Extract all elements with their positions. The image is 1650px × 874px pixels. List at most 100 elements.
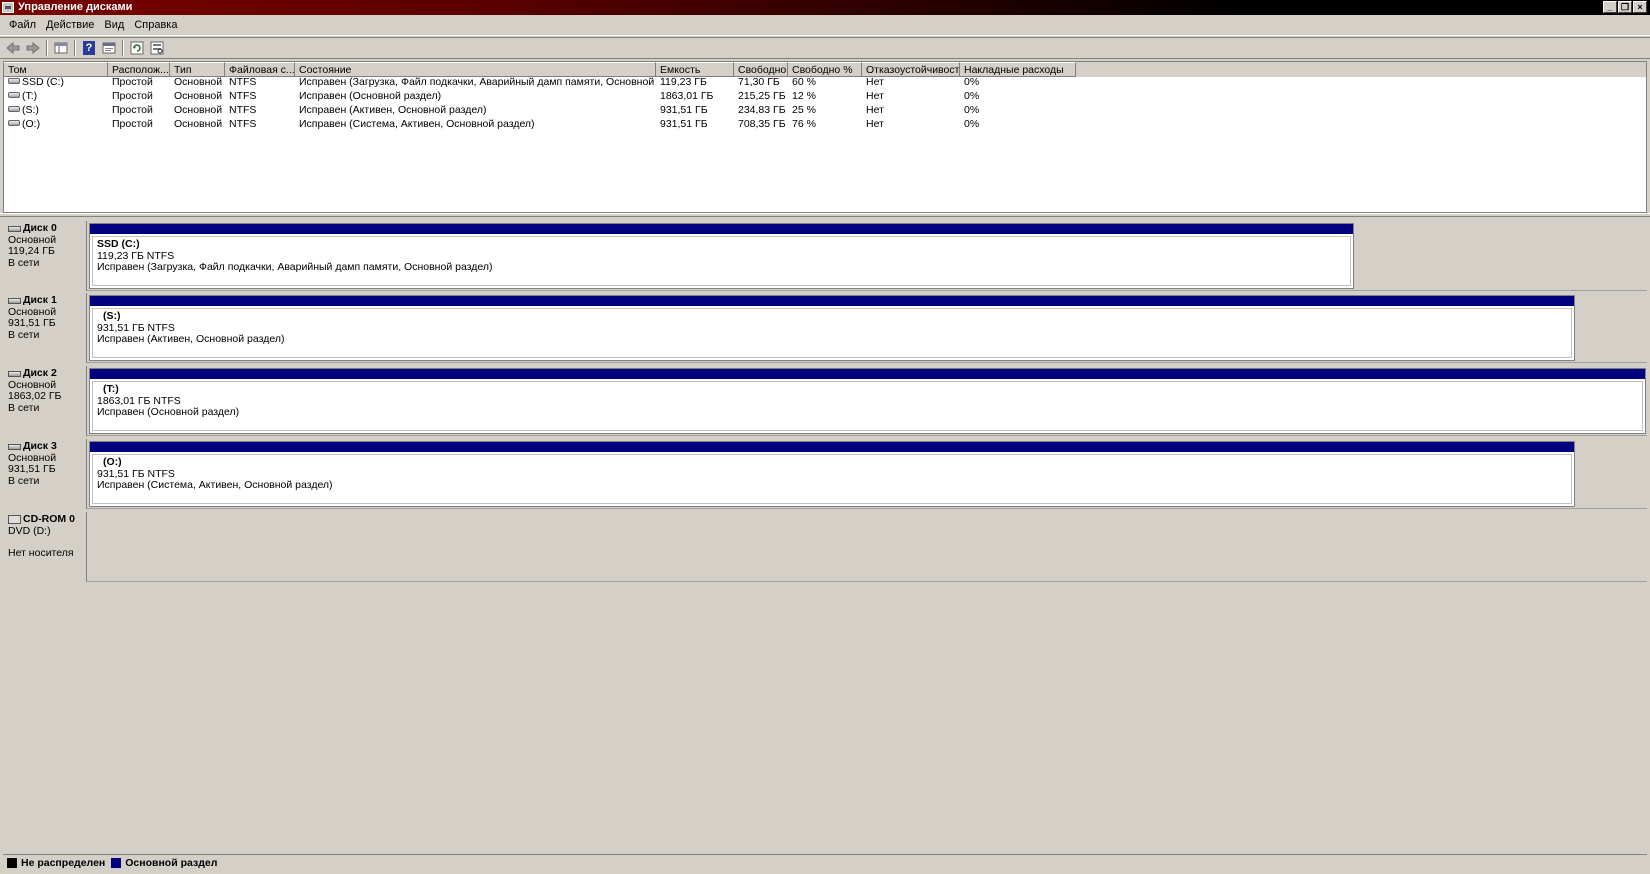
window-title: Управление дисками [18, 1, 133, 13]
help-icon[interactable]: ? [79, 39, 99, 57]
volume-name: (S:) [22, 104, 39, 116]
cell-capacity: 931,51 ГБ [660, 104, 708, 116]
cell-status: Исправен (Основной раздел) [299, 90, 442, 102]
forward-icon[interactable] [23, 39, 43, 57]
disk-info[interactable]: Диск 0 Основной 119,24 ГБ В сети [3, 221, 87, 291]
toolbar-separator [74, 40, 76, 56]
menu-action[interactable]: Действие [41, 15, 99, 36]
disk-name: Диск 2 [23, 367, 57, 379]
table-row[interactable]: SSD (C:) Простой Основной NTFS Исправен … [4, 75, 1646, 89]
cdrom-row[interactable]: CD-ROM 0 DVD (D:) Нет носителя [3, 512, 1647, 582]
drive-icon [8, 120, 20, 127]
partition-size: 931,51 ГБ NTFS [97, 321, 175, 334]
partition-label: (S:) [103, 310, 121, 322]
close-button[interactable]: × [1633, 1, 1647, 13]
legend-item-unallocated: Не распределен [7, 857, 105, 869]
partition-state: Исправен (Загрузка, Файл подкачки, Авари… [97, 261, 493, 273]
cdrom-media: Нет носителя [8, 547, 74, 559]
minimize-button[interactable]: _ [1603, 1, 1617, 13]
hard-disk-icon [8, 443, 21, 450]
menu-help[interactable]: Справка [129, 15, 182, 36]
cd-rom-icon [8, 515, 21, 525]
menu-view[interactable]: Вид [99, 15, 129, 36]
toolbar: ? [0, 37, 1650, 59]
partition-label: SSD (C:) [97, 238, 140, 250]
menu-file[interactable]: Файл [4, 15, 41, 36]
hard-disk-icon [8, 370, 21, 377]
partition[interactable]: (T:) 1863,01 ГБ NTFS Исправен (Основной … [89, 368, 1646, 434]
partition[interactable]: (S:) 931,51 ГБ NTFS Исправен (Активен, О… [89, 295, 1575, 361]
partition-body: (T:) 1863,01 ГБ NTFS Исправен (Основной … [92, 381, 1643, 431]
disk-row-1[interactable]: Диск 1 Основной 931,51 ГБ В сети (S:) 93… [3, 293, 1647, 363]
cell-filesystem: NTFS [229, 104, 257, 116]
cell-free: 708,35 ГБ [738, 118, 786, 130]
cell-layout: Простой [112, 90, 153, 102]
pane-splitter[interactable] [0, 213, 1650, 217]
cell-free: 234,83 ГБ [738, 104, 786, 116]
disk-row-2[interactable]: Диск 2 Основной 1863,02 ГБ В сети (T:) 1… [3, 366, 1647, 436]
cell-capacity: 119,23 ГБ [660, 76, 707, 88]
help-glyph: ? [83, 41, 95, 55]
disk-row-3[interactable]: Диск 3 Основной 931,51 ГБ В сети (O:) 93… [3, 439, 1647, 509]
disk-status: В сети [8, 474, 40, 487]
cell-layout: Простой [112, 76, 153, 88]
partition[interactable]: SSD (C:) 119,23 ГБ NTFS Исправен (Загруз… [89, 223, 1354, 289]
cdrom-info[interactable]: CD-ROM 0 DVD (D:) Нет носителя [3, 512, 87, 582]
cdrom-name: CD-ROM 0 [23, 513, 75, 525]
disk-info[interactable]: Диск 1 Основной 931,51 ГБ В сети [3, 293, 87, 363]
legend-swatch-black [7, 858, 17, 868]
partition-header-bar [90, 442, 1574, 452]
legend: Не распределен Основной раздел [3, 854, 1647, 871]
window-controls: _ ❐ × [1603, 1, 1647, 13]
title-bar[interactable]: Управление дисками _ ❐ × [0, 0, 1650, 15]
disk-name: Диск 3 [23, 440, 57, 452]
cell-type: Основной [174, 104, 223, 116]
disk-info[interactable]: Диск 3 Основной 931,51 ГБ В сети [3, 439, 87, 509]
disk-size: 119,24 ГБ [8, 245, 55, 257]
cell-capacity: 1863,01 ГБ [660, 90, 714, 102]
disk-name: Диск 1 [23, 294, 57, 306]
partition-body: (O:) 931,51 ГБ NTFS Исправен (Система, А… [92, 454, 1572, 504]
properties-icon[interactable] [99, 39, 119, 57]
disk-map: Диск 0 Основной 119,24 ГБ В сети SSD (C:… [3, 218, 1647, 853]
table-row[interactable]: (T:) Простой Основной NTFS Исправен (Осн… [4, 89, 1646, 103]
volume-list[interactable]: Том Располож... Тип Файловая с... Состоя… [3, 61, 1647, 213]
partition-state: Исправен (Активен, Основной раздел) [97, 333, 285, 345]
back-icon[interactable] [3, 39, 23, 57]
menu-bar: Файл Действие Вид Справка [0, 15, 1650, 36]
show-hide-icon[interactable] [51, 39, 71, 57]
refresh-icon[interactable] [127, 39, 147, 57]
cell-fault-tolerance: Нет [866, 90, 884, 102]
table-row[interactable]: (O:) Простой Основной NTFS Исправен (Сис… [4, 117, 1646, 131]
rescan-icon[interactable] [147, 39, 167, 57]
cell-filesystem: NTFS [229, 118, 257, 130]
cell-free-percent: 12 % [792, 90, 816, 102]
cell-layout: Простой [112, 118, 153, 130]
cell-volume: (O:) [4, 117, 108, 131]
table-row[interactable]: (S:) Простой Основной NTFS Исправен (Акт… [4, 103, 1646, 117]
volume-name: (T:) [22, 90, 38, 102]
cell-filesystem: NTFS [229, 90, 257, 102]
hard-disk-icon [8, 297, 21, 304]
cell-fault-tolerance: Нет [866, 104, 884, 116]
cell-overhead: 0% [964, 104, 980, 116]
partition[interactable]: (O:) 931,51 ГБ NTFS Исправен (Система, А… [89, 441, 1575, 507]
disk-info[interactable]: Диск 2 Основной 1863,02 ГБ В сети [3, 366, 87, 436]
restore-button[interactable]: ❐ [1618, 1, 1632, 13]
cell-overhead: 0% [964, 118, 980, 130]
disk-size: 931,51 ГБ [8, 317, 56, 329]
disk-management-app-icon [2, 2, 14, 13]
volume-name: SSD (C:) [22, 76, 64, 88]
partition-label: (T:) [103, 383, 119, 395]
disk-status: В сети [8, 401, 40, 414]
cell-filesystem: NTFS [229, 76, 257, 88]
hard-disk-icon [8, 225, 21, 232]
disk-size: 1863,02 ГБ [8, 390, 62, 402]
cell-type: Основной [174, 76, 223, 88]
cell-volume: (S:) [4, 103, 108, 117]
disk-row-0[interactable]: Диск 0 Основной 119,24 ГБ В сети SSD (C:… [3, 221, 1647, 291]
cell-free-percent: 60 % [792, 76, 816, 88]
legend-label: Основной раздел [125, 857, 218, 869]
partition-size: 1863,01 ГБ NTFS [97, 394, 181, 407]
partition-header-bar [90, 224, 1353, 234]
